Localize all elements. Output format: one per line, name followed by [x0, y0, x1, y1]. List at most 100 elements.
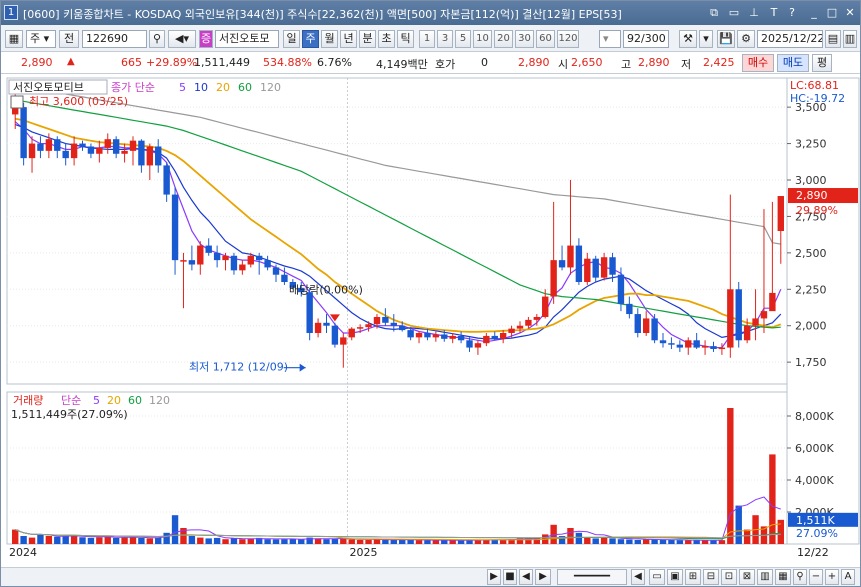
volume-bar [634, 540, 641, 544]
tool4-icon[interactable]: ⊟ [703, 569, 719, 585]
speaker-icon[interactable]: ◀▾ [168, 30, 196, 48]
interval-button[interactable]: 1 [419, 30, 435, 48]
volume-bar [499, 539, 507, 544]
candle-body [525, 319, 532, 326]
tool2-icon[interactable]: ▣ [667, 569, 683, 585]
arrow-down-icon[interactable]: ▾ [699, 30, 713, 48]
period-button[interactable]: 틱 [397, 30, 414, 48]
interval-button[interactable]: 5 [455, 30, 471, 48]
period-button[interactable]: 월 [321, 30, 338, 48]
high-price: 2,890 [638, 56, 670, 69]
period-button[interactable]: 년 [340, 30, 357, 48]
volume-bar [20, 536, 27, 544]
period-button[interactable]: 일 [283, 30, 300, 48]
candle-body [432, 334, 440, 338]
interval-button[interactable]: 30 [515, 30, 534, 48]
sell-button[interactable]: 매도 [777, 54, 809, 72]
restore-icon[interactable]: ▭ [727, 5, 741, 20]
eval-button[interactable]: 평 [812, 54, 832, 72]
calendar-icon [10, 95, 24, 109]
candle-body [735, 289, 742, 341]
candle-body [205, 245, 212, 253]
chart-settings-icon[interactable]: ▥ [843, 30, 857, 48]
bottom-bar: ▶ ■ ◀ ▶ ━━━━━━ ◀ ▭ ▣ ⊞ ⊟ ⊡ ⊠ ▥ ▦ ⚲ − + A [1, 567, 860, 586]
interval-button[interactable]: 120 [557, 30, 579, 48]
price-tick-label: 2,500 [795, 247, 827, 260]
candle-body [550, 260, 557, 297]
period-button[interactable]: 주 [302, 30, 319, 48]
candle-body [441, 334, 448, 339]
kiwoom-icon[interactable]: 증 [199, 30, 213, 48]
volume-bar [28, 537, 36, 544]
interval-select[interactable]: ▾ [599, 30, 621, 48]
tag-icon[interactable]: T [767, 5, 781, 20]
candle-body [348, 328, 355, 338]
tool3-icon[interactable]: ⊞ [685, 569, 701, 585]
tool1-icon[interactable]: ▭ [649, 569, 665, 585]
zoom-out-icon[interactable]: − [809, 569, 823, 585]
period-button[interactable]: 초 [378, 30, 395, 48]
candle-body [121, 150, 128, 154]
candle-body [760, 311, 768, 319]
volume-bar [651, 539, 658, 544]
settings-tool-icon[interactable]: ⚒ [679, 30, 697, 48]
volume-bar [146, 538, 154, 544]
min-label: 최저 1,712 (12/09) [189, 361, 288, 374]
ma-period-label: 120 [260, 81, 281, 94]
play-forward-icon[interactable]: ▶ [535, 569, 551, 585]
save-icon[interactable]: 💾 [717, 30, 735, 48]
quote-label: 호가 [435, 58, 456, 71]
interval-button[interactable]: 20 [494, 30, 513, 48]
interval-button[interactable]: 60 [536, 30, 555, 48]
tool8-icon[interactable]: ▦ [775, 569, 791, 585]
minimize-icon[interactable]: _ [807, 5, 821, 20]
grid-icon[interactable]: ▦ [5, 30, 23, 48]
candle-body [213, 252, 221, 261]
calendar-icon[interactable]: ▤ [825, 30, 841, 48]
tool6-icon[interactable]: ⊠ [739, 569, 755, 585]
volume-bar [70, 535, 78, 544]
volume-bar [769, 454, 776, 544]
tool5-icon[interactable]: ⊡ [721, 569, 737, 585]
chart-area[interactable]: 3,5003,2503,0002,7502,5002,2502,0001,750… [1, 74, 860, 570]
zoom-slider[interactable]: ━━━━━━ [557, 569, 627, 585]
candle-body [20, 107, 27, 159]
candle-body [230, 255, 238, 271]
volume-value-label: 1,511,449주(27.09%) [11, 408, 128, 421]
prev-button[interactable]: 전 [59, 30, 79, 48]
interval-button[interactable]: 3 [437, 30, 453, 48]
pin-icon[interactable]: ⊥ [747, 5, 761, 20]
gear-icon[interactable]: ⚙ [737, 30, 755, 48]
interval-button[interactable]: 10 [473, 30, 492, 48]
scroll-left-icon[interactable]: ◀ [631, 569, 645, 585]
amount: 4,149백만 [376, 58, 428, 71]
candle-body [146, 146, 154, 166]
code-input[interactable]: 122690 [82, 30, 147, 48]
volume-bar [348, 539, 355, 544]
buy-button[interactable]: 매수 [742, 54, 774, 72]
scroll-right-icon[interactable]: ▶ [487, 569, 501, 585]
stop-icon[interactable]: ■ [503, 569, 517, 585]
candle-body [710, 346, 717, 350]
volume-bar [424, 540, 431, 544]
maximize-icon[interactable]: □ [825, 5, 839, 20]
candle-body [87, 146, 95, 154]
link-icon[interactable]: ⧉ [707, 5, 721, 20]
close-icon[interactable]: ✕ [843, 5, 857, 20]
type-select[interactable]: 주 ▾ [26, 30, 56, 48]
volume-bar [382, 539, 389, 544]
search-icon[interactable]: ⚲ [149, 30, 165, 48]
help-icon[interactable]: ? [785, 5, 799, 20]
font-size-icon[interactable]: A [841, 569, 855, 585]
candle-body [45, 139, 53, 151]
current-price-axis-label: 2,890 [796, 189, 828, 202]
period-button[interactable]: 분 [359, 30, 376, 48]
zoom-in-icon[interactable]: + [825, 569, 839, 585]
zoom-search-icon[interactable]: ⚲ [793, 569, 807, 585]
play-back-icon[interactable]: ◀ [519, 569, 533, 585]
candle-body [96, 147, 103, 154]
candle-body [626, 303, 633, 315]
volume-ma-period-label: 5 [93, 394, 100, 407]
date-input[interactable]: 2025/12/22 [757, 30, 823, 48]
tool7-icon[interactable]: ▥ [757, 569, 773, 585]
